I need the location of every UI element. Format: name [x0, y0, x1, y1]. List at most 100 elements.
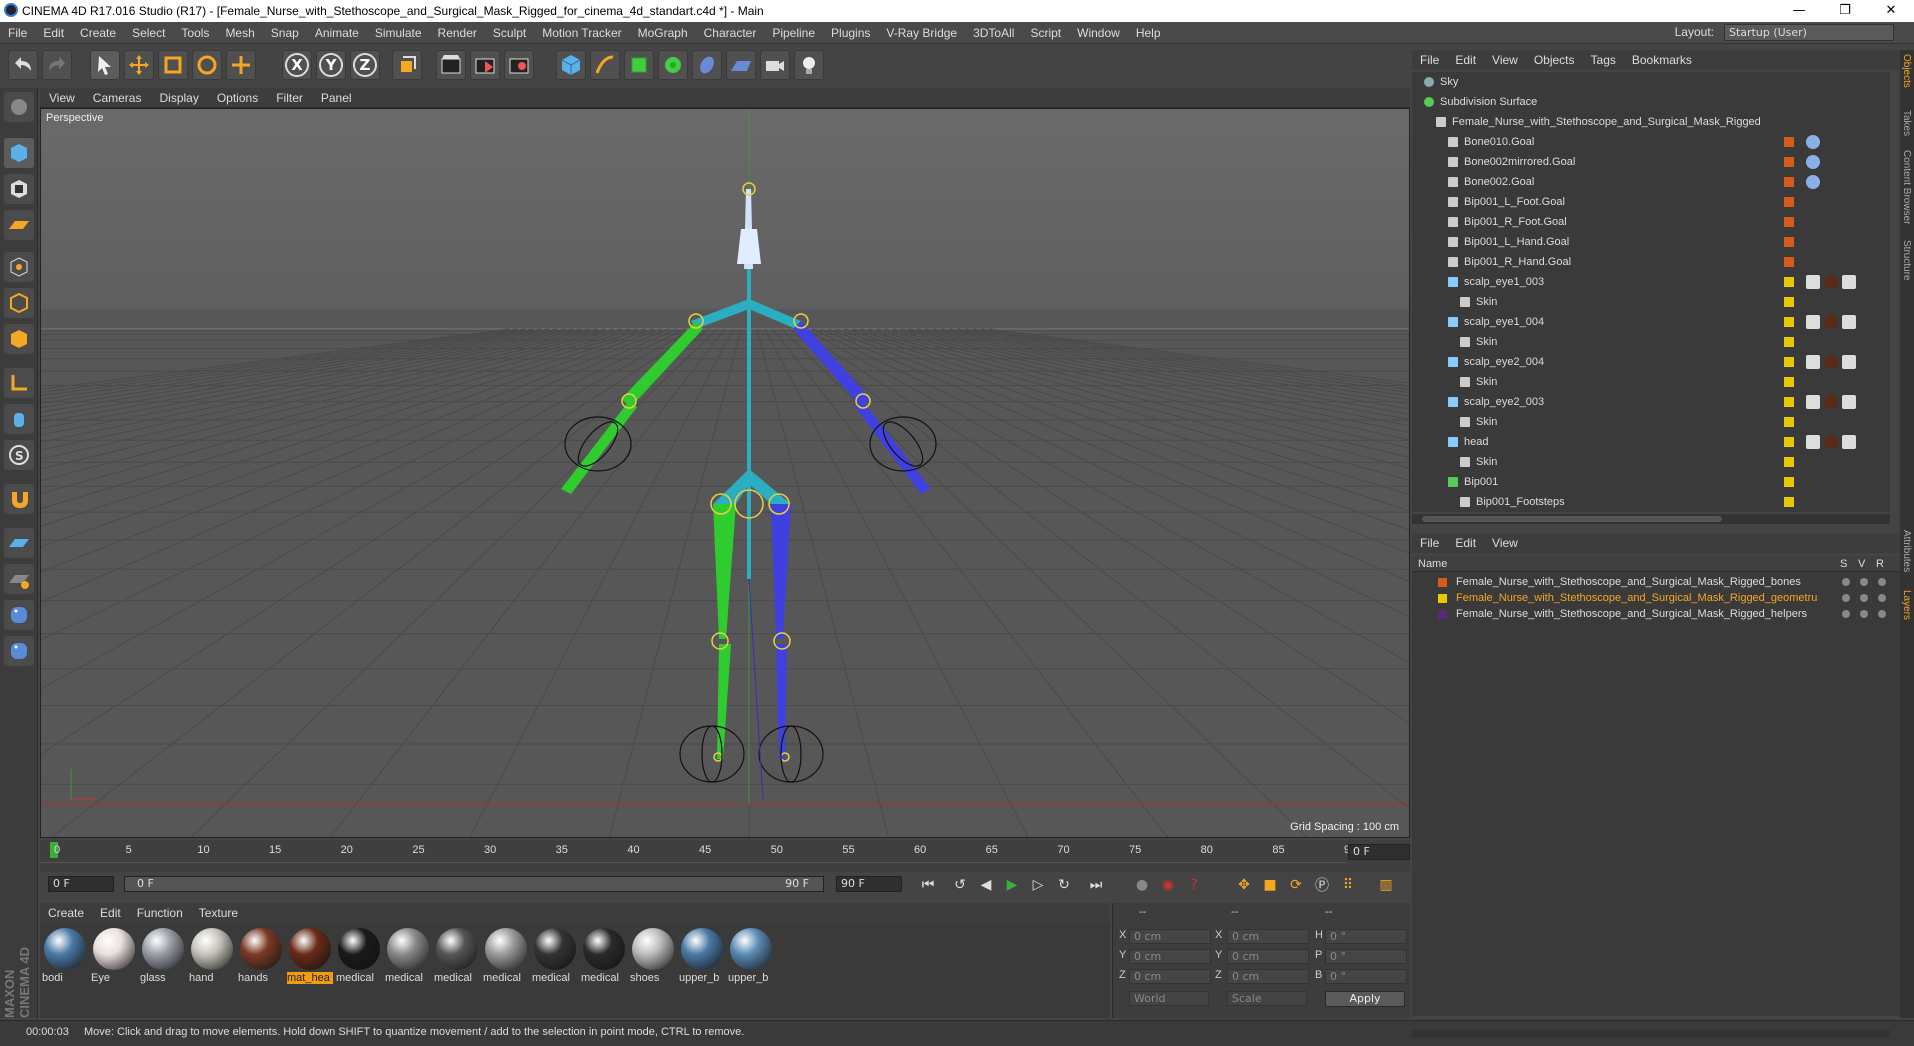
layer-menu-edit[interactable]: Edit	[1447, 536, 1484, 550]
right-tab-attributes[interactable]: Attributes	[1901, 530, 1912, 572]
material-swatch[interactable]: upper_b	[728, 926, 774, 986]
undo-icon[interactable]	[8, 50, 38, 80]
layer-manager-scrollbar[interactable]	[1412, 1030, 1890, 1038]
menu-script[interactable]: Script	[1022, 26, 1069, 40]
menu-animate[interactable]: Animate	[307, 26, 367, 40]
light-icon[interactable]	[794, 50, 824, 80]
maximize-button[interactable]: ❐	[1822, 0, 1868, 22]
floor-object-icon[interactable]	[726, 50, 756, 80]
material-tag-icon[interactable]	[1842, 395, 1856, 409]
object-row[interactable]: Bip001_L_Foot.Goal	[1412, 192, 1890, 212]
layer-toggle-icon[interactable]	[1842, 610, 1850, 618]
previous-frame-icon[interactable]: ◀	[974, 874, 998, 896]
menu-3dtoall[interactable]: 3DToAll	[965, 26, 1022, 40]
layer-toggle-icon[interactable]	[1860, 610, 1868, 618]
layer-color-icon[interactable]	[1784, 437, 1794, 447]
layer-row[interactable]: Female_Nurse_with_Stethoscope_and_Surgic…	[1412, 574, 1900, 590]
layer-row[interactable]: Female_Nurse_with_Stethoscope_and_Surgic…	[1412, 590, 1900, 606]
z-axis-lock-button[interactable]: Z	[350, 50, 380, 80]
menu-pipeline[interactable]: Pipeline	[764, 26, 823, 40]
perspective-viewport[interactable]: Perspective Grid Spacing : 100 cm	[40, 108, 1410, 838]
size-mode-select[interactable]: Scale	[1227, 991, 1307, 1006]
quantize-icon[interactable]	[4, 564, 34, 594]
next-key-icon[interactable]: ↻	[1052, 874, 1076, 896]
object-menu-bookmarks[interactable]: Bookmarks	[1624, 53, 1700, 67]
layer-color-icon[interactable]	[1784, 237, 1794, 247]
object-manager-scrollbar[interactable]	[1412, 514, 1890, 524]
coordinate-system-icon[interactable]	[392, 50, 422, 80]
material-swatch[interactable]: medical	[532, 926, 578, 986]
object-row[interactable]: Bip001	[1412, 472, 1890, 492]
size-x-field[interactable]: 0 cm	[1227, 929, 1309, 944]
move-icon[interactable]	[124, 50, 154, 80]
material-swatch[interactable]: medical	[483, 926, 529, 986]
object-menu-view[interactable]: View	[1484, 53, 1526, 67]
menu-render[interactable]: Render	[430, 26, 485, 40]
polygons-mode-icon[interactable]	[4, 324, 34, 354]
texture-mode-icon[interactable]	[4, 174, 34, 204]
material-swatch[interactable]: medical	[434, 926, 480, 986]
render-to-picture-viewer-icon[interactable]	[470, 50, 500, 80]
keyframe-help-icon[interactable]: ?	[1182, 874, 1206, 896]
viewport-menu-panel[interactable]: Panel	[312, 91, 361, 105]
edges-mode-icon[interactable]	[4, 288, 34, 318]
material-tag-icon[interactable]	[1806, 315, 1820, 329]
material-swatch[interactable]: shoes	[630, 926, 676, 986]
position-y-field[interactable]: 0 cm	[1129, 949, 1211, 964]
previous-key-icon[interactable]: ↺	[948, 874, 972, 896]
python-script-icon[interactable]	[4, 600, 34, 630]
material-swatch[interactable]: upper_b	[679, 926, 725, 986]
axis-mode-icon[interactable]	[4, 368, 34, 398]
menu-plugins[interactable]: Plugins	[823, 26, 878, 40]
camera-icon[interactable]	[760, 50, 790, 80]
pen-spline-icon[interactable]	[590, 50, 620, 80]
right-tab-layers[interactable]: Layers	[1901, 590, 1912, 620]
object-menu-tags[interactable]: Tags	[1583, 53, 1624, 67]
material-swatch[interactable]: bodi	[42, 926, 88, 986]
start-frame-field[interactable]: 0 F	[48, 876, 114, 892]
viewport-menu-view[interactable]: View	[40, 91, 84, 105]
menu-snap[interactable]: Snap	[263, 26, 307, 40]
layer-color-swatch[interactable]	[1438, 594, 1447, 603]
material-tag-icon[interactable]	[1806, 355, 1820, 369]
layer-color-icon[interactable]	[1784, 397, 1794, 407]
minimize-button[interactable]: —	[1776, 0, 1822, 22]
menu-create[interactable]: Create	[72, 26, 124, 40]
right-tab-takes[interactable]: Takes	[1901, 110, 1912, 136]
material-menu-edit[interactable]: Edit	[92, 906, 129, 920]
material-tag-icon[interactable]	[1806, 435, 1820, 449]
layer-toggle-icon[interactable]	[1878, 610, 1886, 618]
y-axis-lock-button[interactable]: Y	[316, 50, 346, 80]
menu-mograph[interactable]: MoGraph	[630, 26, 696, 40]
material-menu-texture[interactable]: Texture	[191, 906, 246, 920]
object-row[interactable]: Skin	[1412, 292, 1890, 312]
key-parameter-icon[interactable]: Ⓟ	[1310, 874, 1334, 896]
tweak-mode-icon[interactable]	[4, 404, 34, 434]
layer-color-icon[interactable]	[1784, 217, 1794, 227]
apply-button[interactable]: Apply	[1325, 991, 1405, 1007]
position-z-field[interactable]: 0 cm	[1129, 969, 1211, 984]
object-row[interactable]: Skin	[1412, 332, 1890, 352]
redo-icon[interactable]	[42, 50, 72, 80]
viewport-menu-cameras[interactable]: Cameras	[84, 91, 151, 105]
object-menu-edit[interactable]: Edit	[1447, 53, 1484, 67]
layer-toggle-icon[interactable]	[1842, 594, 1850, 602]
python-script-2-icon[interactable]	[4, 636, 34, 666]
next-frame-icon[interactable]: ▷	[1026, 874, 1050, 896]
material-tag-icon[interactable]	[1842, 435, 1856, 449]
timeline-window-icon[interactable]: ▥	[1374, 874, 1398, 896]
menu-tools[interactable]: Tools	[173, 26, 217, 40]
object-row[interactable]: Bone002mirrored.Goal	[1412, 152, 1890, 172]
material-tag-icon[interactable]	[1806, 275, 1820, 289]
object-row[interactable]: Bip001_Footsteps	[1412, 492, 1890, 512]
right-tab-content-browser[interactable]: Content Browser	[1901, 150, 1912, 224]
make-editable-icon[interactable]	[4, 92, 34, 122]
viewport-menu-options[interactable]: Options	[208, 91, 267, 105]
material-tag-icon[interactable]	[1824, 275, 1838, 289]
layer-color-icon[interactable]	[1784, 257, 1794, 267]
layer-color-icon[interactable]	[1784, 477, 1794, 487]
material-swatch[interactable]: Eye	[91, 926, 137, 986]
object-row[interactable]: Bone010.Goal	[1412, 132, 1890, 152]
rotation-h-field[interactable]: 0 °	[1325, 929, 1407, 944]
rotate-icon[interactable]	[192, 50, 222, 80]
